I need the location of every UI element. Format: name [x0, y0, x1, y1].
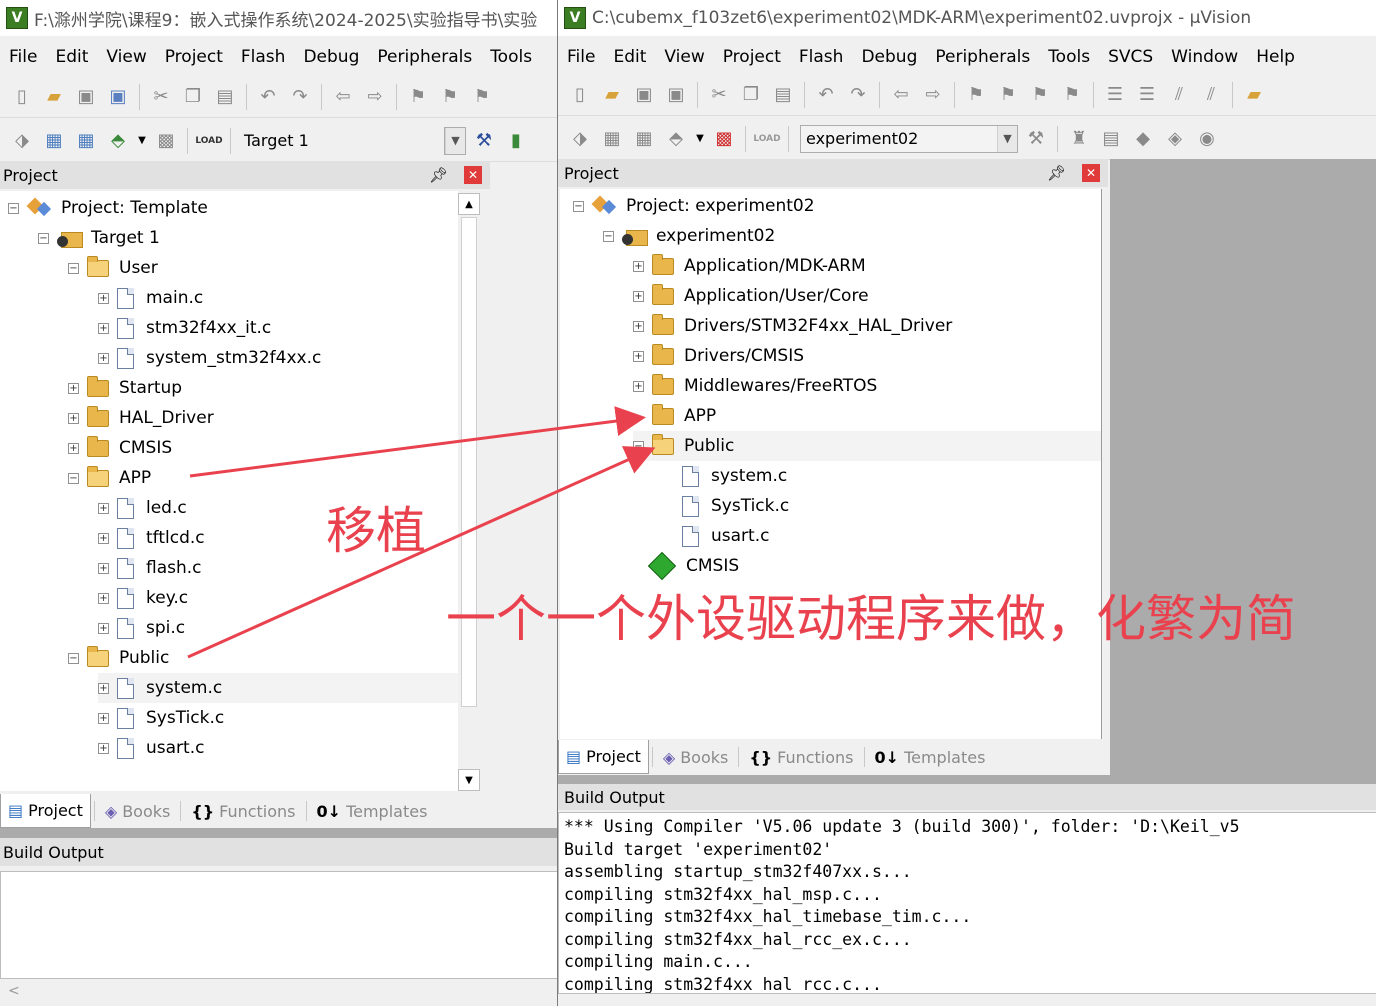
arrow-app-to-app — [189, 406, 646, 478]
annotation-port-label: 移植 — [326, 502, 426, 560]
annotation-note-label: 一个一个外设驱动程序来做，化繁为简 — [446, 590, 1296, 648]
arrows-overlay — [187, 406, 656, 659]
